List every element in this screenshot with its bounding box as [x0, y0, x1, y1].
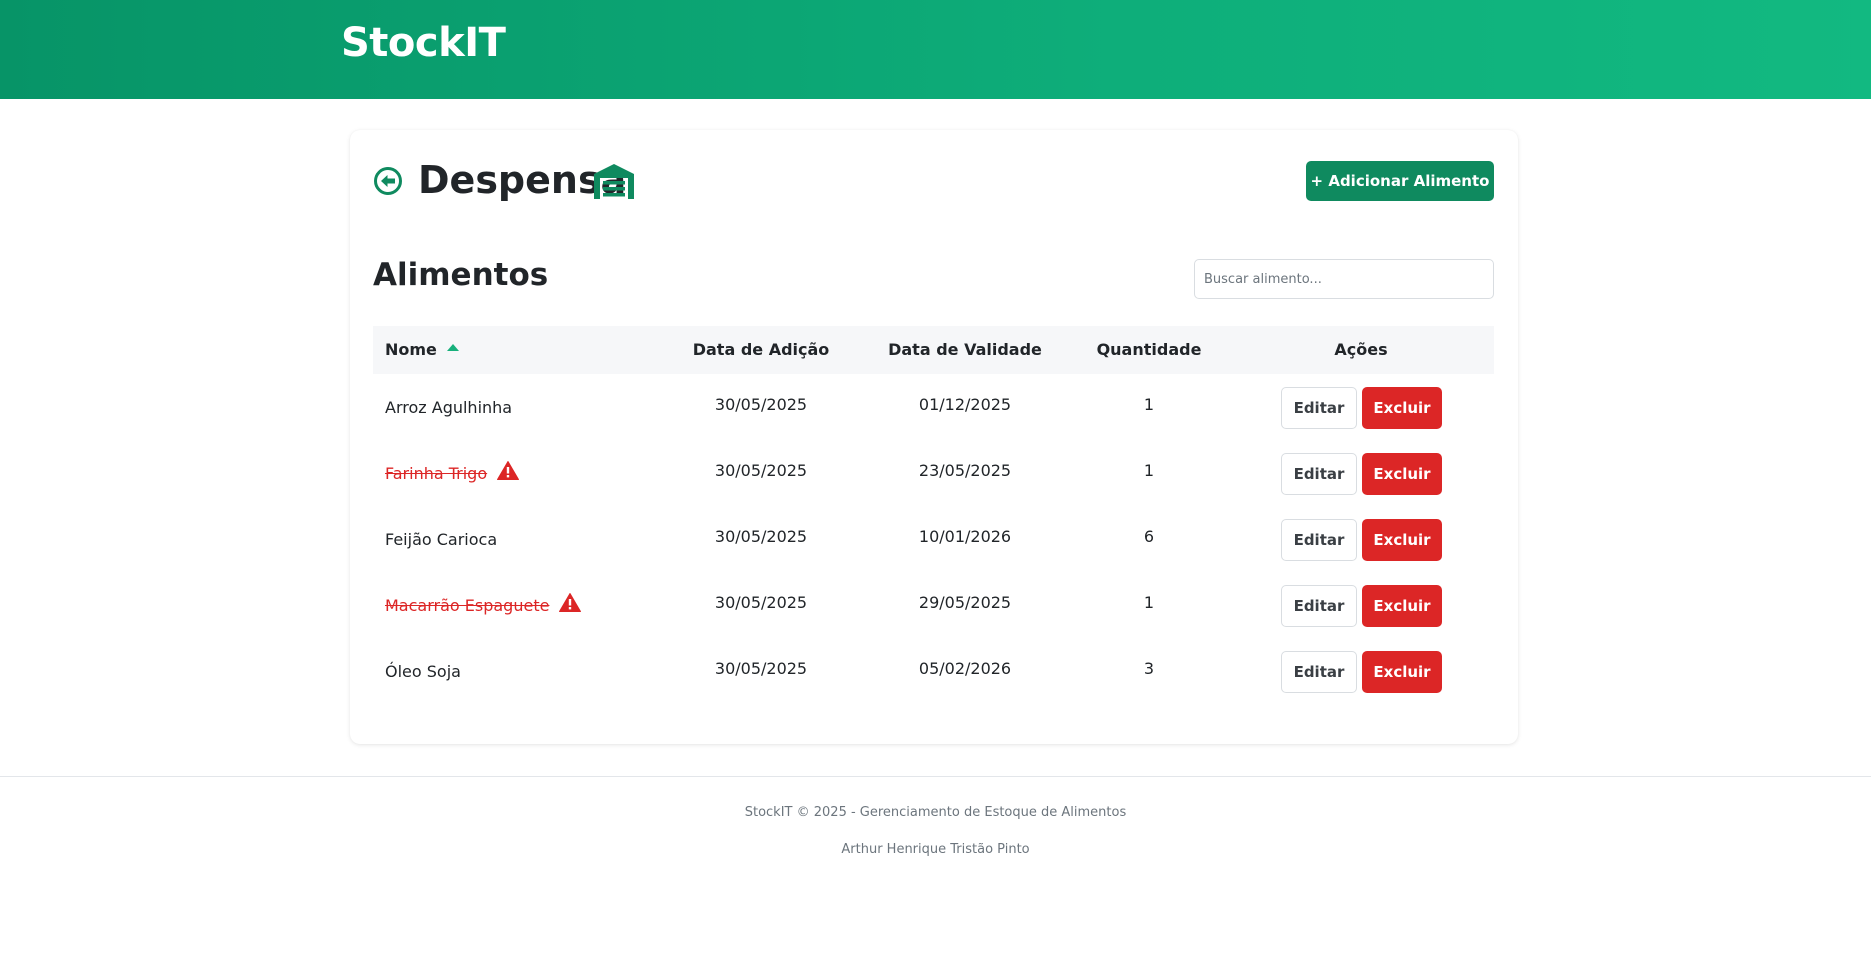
footer-author: Arthur Henrique Tristão Pinto: [841, 842, 1030, 857]
food-name: Arroz Agulhinha: [385, 398, 513, 417]
column-header-actions: Ações: [1334, 340, 1388, 359]
brand-logo[interactable]: StockIT: [341, 20, 506, 66]
column-header-name-label: Nome: [385, 340, 437, 359]
add-food-button[interactable]: + Adicionar Alimento: [1306, 161, 1494, 201]
date-added-cell: 30/05/2025: [714, 593, 808, 612]
expired-warning-icon: [559, 593, 582, 612]
table-row: Macarrão Espaguete 30/05/2025 29/05/2025 1 E…: [373, 573, 1494, 639]
back-arrow-icon[interactable]: [373, 166, 403, 196]
edit-button[interactable]: Editar: [1281, 651, 1357, 693]
food-name-cell: Macarrão Espaguete: [385, 573, 582, 639]
expired-warning-icon: [497, 461, 520, 480]
food-name: Óleo Soja: [385, 662, 461, 681]
date-added-cell: 30/05/2025: [714, 461, 808, 480]
date-added-cell: 30/05/2025: [714, 659, 808, 678]
food-name: Feijão Carioca: [385, 530, 498, 549]
quantity-cell: 6: [1143, 527, 1155, 546]
edit-button[interactable]: Editar: [1281, 453, 1357, 495]
footer: StockIT © 2025 - Gerenciamento de Estoqu…: [0, 776, 1871, 958]
column-header-added[interactable]: Data de Adição: [693, 326, 830, 374]
footer-copyright: StockIT © 2025 - Gerenciamento de Estoqu…: [744, 805, 1127, 820]
quantity-cell: 1: [1143, 593, 1155, 612]
date-added-cell: 30/05/2025: [714, 527, 808, 546]
edit-button[interactable]: Editar: [1281, 585, 1357, 627]
expiry-date-cell: 10/01/2026: [918, 527, 1012, 546]
delete-button[interactable]: Excluir: [1362, 387, 1442, 429]
table-row: Arroz Agulhinha 30/05/2025 01/12/2025 1 Edit…: [373, 375, 1494, 441]
delete-button[interactable]: Excluir: [1362, 453, 1442, 495]
edit-button[interactable]: Editar: [1281, 519, 1357, 561]
column-header-quantity[interactable]: Quantidade: [1097, 326, 1202, 374]
column-header-name[interactable]: Nome: [385, 326, 459, 374]
food-name-cell: Óleo Soja: [385, 639, 461, 705]
expiry-date-cell: 23/05/2025: [918, 461, 1012, 480]
table-row: Óleo Soja 30/05/2025 05/02/2026 3 Editar Excl…: [373, 639, 1494, 705]
table-row: Feijão Carioca 30/05/2025 10/01/2026 6 Edita…: [373, 507, 1494, 573]
top-navbar: StockIT: [0, 0, 1871, 99]
food-name-cell: Farinha Trigo: [385, 441, 520, 507]
food-name: Macarrão Espaguete: [385, 596, 550, 615]
delete-button[interactable]: Excluir: [1362, 585, 1442, 627]
quantity-cell: 3: [1143, 659, 1155, 678]
expiry-date-cell: 05/02/2026: [918, 659, 1012, 678]
sort-ascending-icon: [446, 344, 459, 351]
quantity-cell: 1: [1143, 461, 1155, 480]
expiry-date-cell: 01/12/2025: [918, 395, 1012, 414]
table-header: Nome Data de Adição Data de Validade Qua…: [373, 326, 1494, 374]
search-input[interactable]: [1194, 259, 1494, 299]
edit-button[interactable]: Editar: [1281, 387, 1357, 429]
delete-button[interactable]: Excluir: [1362, 651, 1442, 693]
warehouse-icon: [594, 164, 634, 199]
table-row: Farinha Trigo 30/05/2025 23/05/2025 1 Editar…: [373, 441, 1494, 507]
column-header-expiry[interactable]: Data de Validade: [888, 326, 1042, 374]
food-name-cell: Arroz Agulhinha: [385, 375, 512, 441]
expiry-date-cell: 29/05/2025: [918, 593, 1012, 612]
section-title: Alimentos: [373, 257, 549, 293]
food-name-cell: Feijão Carioca: [385, 507, 497, 573]
food-name: Farinha Trigo: [385, 464, 488, 483]
delete-button[interactable]: Excluir: [1362, 519, 1442, 561]
date-added-cell: 30/05/2025: [714, 395, 808, 414]
quantity-cell: 1: [1143, 395, 1155, 414]
